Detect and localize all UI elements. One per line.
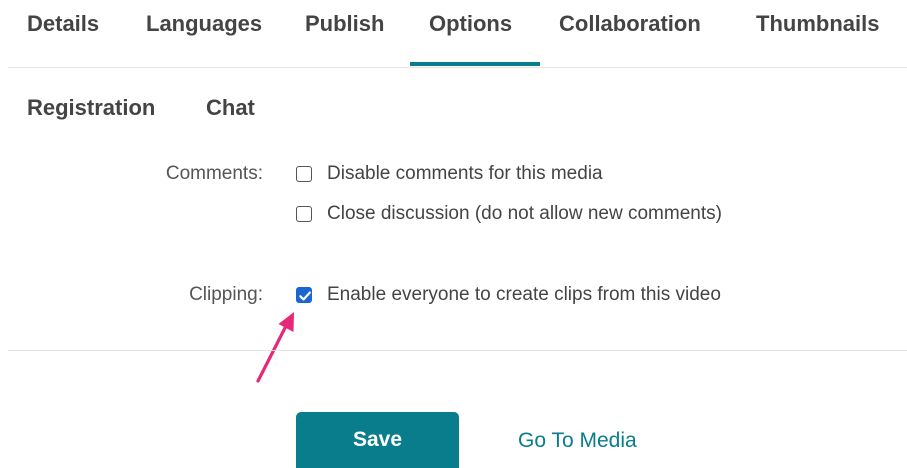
disable-comments-label[interactable]: Disable comments for this media bbox=[327, 162, 603, 186]
comments-label: Comments: bbox=[165, 163, 263, 184]
tab-publish[interactable]: Publish bbox=[305, 10, 384, 38]
close-discussion-option[interactable]: Close discussion (do not allow new comme… bbox=[296, 202, 722, 226]
active-tab-indicator bbox=[410, 62, 540, 66]
tab-options[interactable]: Options bbox=[429, 10, 512, 38]
enable-clipping-checkbox[interactable] bbox=[296, 287, 312, 303]
annotation-arrow-icon bbox=[256, 312, 294, 383]
tab-registration[interactable]: Registration bbox=[27, 94, 155, 122]
disable-comments-checkbox[interactable] bbox=[296, 166, 312, 182]
close-discussion-checkbox[interactable] bbox=[296, 206, 312, 222]
enable-clipping-option[interactable]: Enable everyone to create clips from thi… bbox=[296, 283, 721, 307]
tab-languages[interactable]: Languages bbox=[146, 10, 262, 38]
tab-collaboration[interactable]: Collaboration bbox=[559, 10, 701, 38]
disable-comments-option[interactable]: Disable comments for this media bbox=[296, 162, 603, 186]
tab-thumbnails[interactable]: Thumbnails bbox=[756, 10, 879, 38]
clipping-label: Clipping: bbox=[189, 284, 263, 305]
enable-clipping-label[interactable]: Enable everyone to create clips from thi… bbox=[327, 283, 721, 307]
tab-details[interactable]: Details bbox=[27, 10, 99, 38]
go-to-media-link[interactable]: Go To Media bbox=[518, 428, 637, 454]
tab-bar-divider bbox=[8, 67, 907, 68]
close-discussion-label[interactable]: Close discussion (do not allow new comme… bbox=[327, 202, 722, 226]
save-button[interactable]: Save bbox=[296, 412, 459, 468]
tab-chat[interactable]: Chat bbox=[206, 94, 255, 122]
checkmark-icon bbox=[299, 291, 311, 301]
section-divider bbox=[8, 350, 907, 351]
tab-bar: Details Languages Publish Options Collab… bbox=[0, 0, 907, 68]
